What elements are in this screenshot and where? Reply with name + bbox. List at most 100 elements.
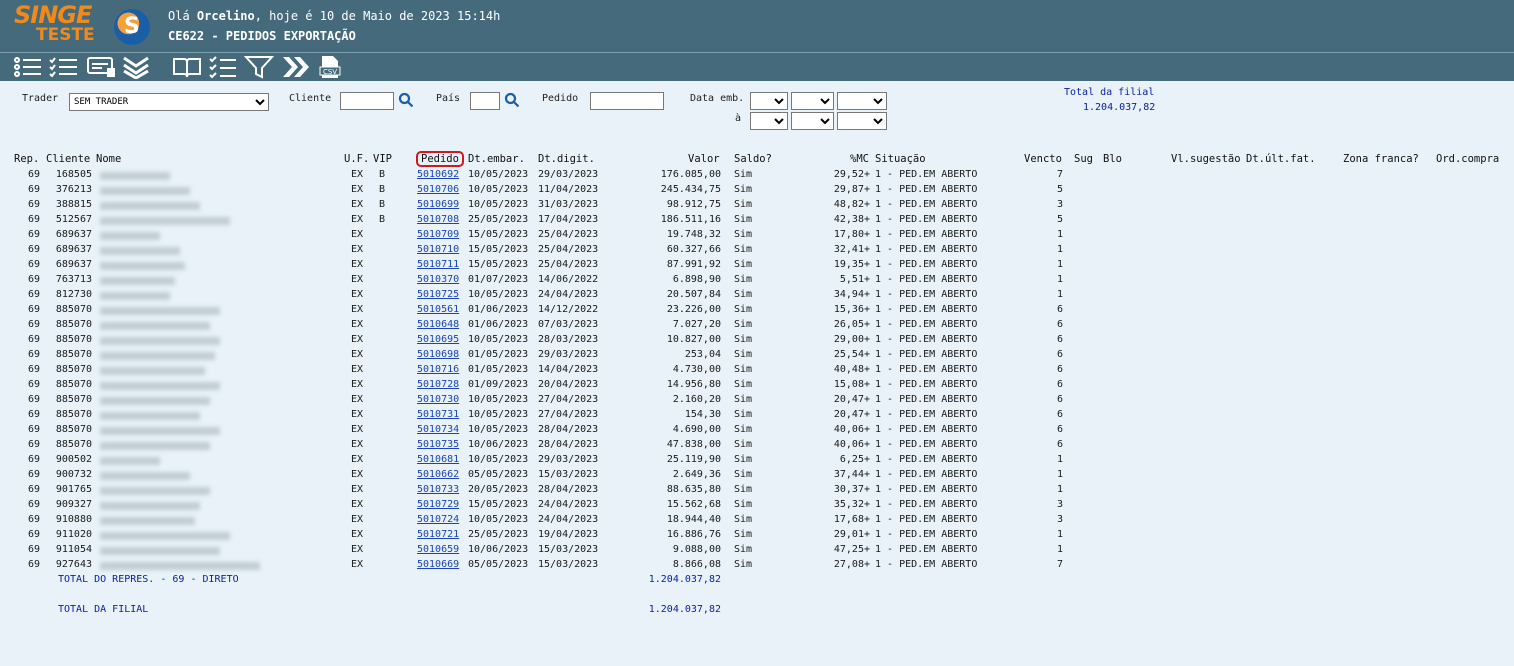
- cell-pedido-link[interactable]: 5010708: [417, 214, 459, 225]
- cell-rep: 69: [27, 199, 40, 210]
- cell-dtdig: 28/04/2023: [538, 484, 599, 495]
- filter-icon[interactable]: [244, 55, 274, 79]
- cell-saldo: Sim: [734, 229, 753, 240]
- cell-vencto: 1: [1056, 259, 1063, 270]
- cell-dtdig: 27/04/2023: [538, 409, 599, 420]
- cell-cliente: 885070: [55, 364, 92, 375]
- trader-select[interactable]: SEM TRADER: [69, 93, 269, 111]
- table-row: 69 168505 EX B 5010692 10/05/2023 29/03/2023 17…: [0, 169, 1514, 184]
- cell-pedido-link[interactable]: 5010725: [417, 289, 459, 300]
- cell-dtemb: 05/05/2023: [468, 469, 529, 480]
- cell-uf: EX: [351, 169, 364, 180]
- cell-valor: 60.327,66: [666, 244, 721, 255]
- cell-pedido-link[interactable]: 5010681: [417, 454, 459, 465]
- cell-vencto: 1: [1056, 244, 1063, 255]
- cell-pedido-link[interactable]: 5010662: [417, 469, 459, 480]
- cell-saldo: Sim: [734, 454, 753, 465]
- cell-valor: 20.507,84: [666, 289, 721, 300]
- cell-pedido-link[interactable]: 5010709: [417, 229, 459, 240]
- cell-cliente: 689637: [55, 259, 92, 270]
- cell-rep: 69: [27, 229, 40, 240]
- search-icon[interactable]: [398, 92, 414, 111]
- total-filial-label: Total da filial: [1064, 87, 1155, 98]
- cell-cliente: 885070: [55, 379, 92, 390]
- table-row: 69 910880 EX 5010724 10/05/2023 24/04/2023 18.…: [0, 514, 1514, 529]
- cell-pedido-link[interactable]: 5010659: [417, 544, 459, 555]
- data-emb-year-select[interactable]: [837, 92, 887, 110]
- col-dtemb: Dt.embar.: [468, 153, 525, 165]
- cell-pedido-link[interactable]: 5010735: [417, 439, 459, 450]
- csv-icon[interactable]: CSV: [318, 55, 342, 79]
- cell-pedido-link[interactable]: 5010698: [417, 349, 459, 360]
- col-mc: %MC: [850, 153, 869, 165]
- logo-text: SINGE: [14, 1, 92, 29]
- cell-uf: EX: [351, 379, 364, 390]
- data-emb-end-month-select[interactable]: [791, 112, 834, 130]
- cell-pedido-link[interactable]: 5010731: [417, 409, 459, 420]
- redacted-name: [100, 187, 190, 195]
- cell-pedido-link[interactable]: 5010724: [417, 514, 459, 525]
- tasks-icon[interactable]: [208, 55, 238, 79]
- cell-cliente: 911020: [55, 529, 92, 540]
- redacted-name: [100, 382, 220, 390]
- col-vip: VIP: [373, 153, 392, 165]
- cell-pedido-link[interactable]: 5010561: [417, 304, 459, 315]
- pais-input[interactable]: [470, 92, 500, 110]
- double-chevron-down-icon[interactable]: [121, 55, 151, 79]
- search-icon[interactable]: [504, 92, 520, 111]
- cell-saldo: Sim: [734, 544, 753, 555]
- cell-valor: 10.827,00: [666, 334, 721, 345]
- data-emb-month-select[interactable]: [791, 92, 834, 110]
- table-row: 69 812730 EX 5010725 10/05/2023 24/04/2023 20.…: [0, 289, 1514, 304]
- pedido-input[interactable]: [590, 92, 664, 110]
- cell-sit: 1 - PED.EM ABERTO: [875, 559, 978, 570]
- cell-pedido-link[interactable]: 5010730: [417, 394, 459, 405]
- cell-dtemb: 10/05/2023: [468, 514, 529, 525]
- cell-pedido-link[interactable]: 5010711: [417, 259, 459, 270]
- cell-pedido-link[interactable]: 5010695: [417, 334, 459, 345]
- col-saldo: Saldo?: [734, 153, 772, 165]
- cell-valor: 98.912,75: [666, 199, 721, 210]
- cell-valor: 9.088,00: [672, 544, 721, 555]
- cell-mc: 42,38+: [833, 214, 870, 225]
- cell-pedido-link[interactable]: 5010733: [417, 484, 459, 495]
- card-icon[interactable]: [86, 55, 116, 79]
- cell-mc: 17,68+: [833, 514, 870, 525]
- cell-vip: B: [379, 169, 386, 180]
- cell-uf: EX: [351, 544, 364, 555]
- cell-pedido-link[interactable]: 5010734: [417, 424, 459, 435]
- cell-pedido-link[interactable]: 5010370: [417, 274, 459, 285]
- cell-cliente: 910880: [55, 514, 92, 525]
- data-emb-end-day-select[interactable]: [750, 112, 788, 130]
- cell-dtemb: 10/05/2023: [468, 169, 529, 180]
- col-pedido[interactable]: Pedido: [416, 151, 464, 167]
- cell-uf: EX: [351, 469, 364, 480]
- checklist-icon[interactable]: [49, 55, 79, 79]
- cell-dtdig: 25/04/2023: [538, 229, 599, 240]
- cell-pedido-link[interactable]: 5010716: [417, 364, 459, 375]
- redacted-name: [100, 517, 195, 525]
- cell-cliente: 900732: [55, 469, 92, 480]
- cell-saldo: Sim: [734, 484, 753, 495]
- cell-pedido-link[interactable]: 5010710: [417, 244, 459, 255]
- cell-pedido-link[interactable]: 5010669: [417, 559, 459, 570]
- cell-pedido-link[interactable]: 5010648: [417, 319, 459, 330]
- cell-saldo: Sim: [734, 409, 753, 420]
- data-emb-end-year-select[interactable]: [837, 112, 887, 130]
- book-icon[interactable]: [172, 55, 202, 79]
- cell-pedido-link[interactable]: 5010728: [417, 379, 459, 390]
- cell-pedido-link[interactable]: 5010729: [417, 499, 459, 510]
- redacted-name: [100, 337, 220, 345]
- list-icon[interactable]: [13, 55, 43, 79]
- cliente-input[interactable]: [340, 92, 394, 110]
- cell-rep: 69: [27, 379, 40, 390]
- double-chevron-right-icon[interactable]: [281, 55, 311, 79]
- col-blo: Blo: [1103, 153, 1122, 165]
- cell-dtemb: 15/05/2023: [468, 259, 529, 270]
- cell-pedido-link[interactable]: 5010699: [417, 199, 459, 210]
- cell-dtemb: 10/06/2023: [468, 544, 529, 555]
- data-emb-day-select[interactable]: [750, 92, 788, 110]
- cell-pedido-link[interactable]: 5010706: [417, 184, 459, 195]
- cell-pedido-link[interactable]: 5010721: [417, 529, 459, 540]
- cell-pedido-link[interactable]: 5010692: [417, 169, 459, 180]
